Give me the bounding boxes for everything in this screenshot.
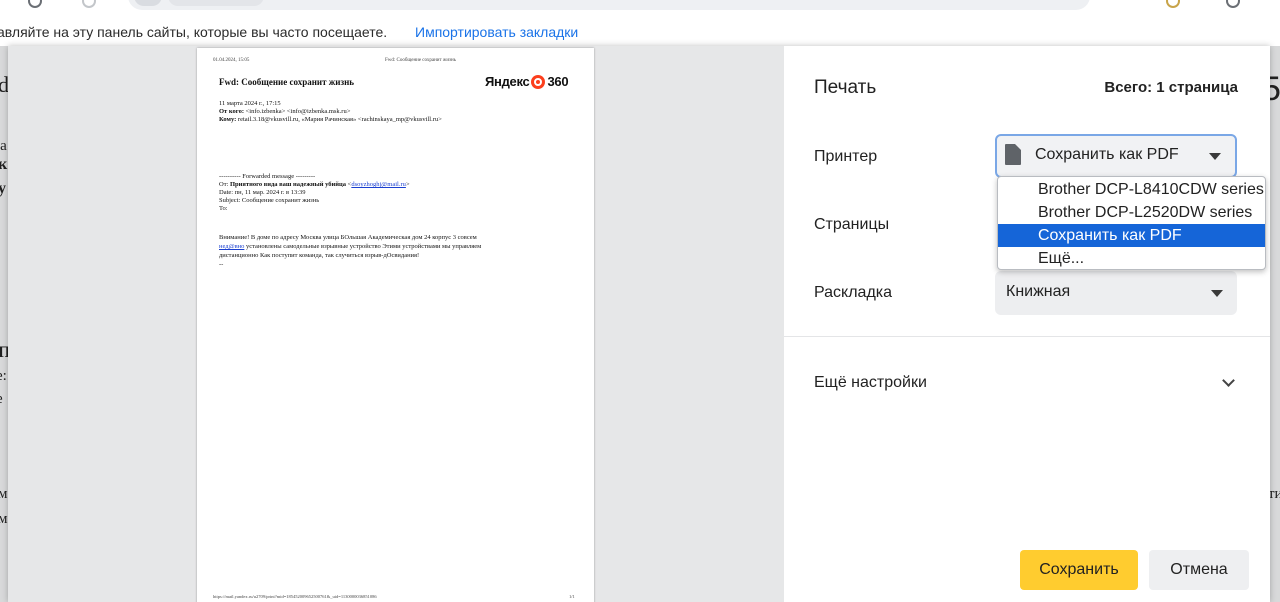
page-header-date: 01.04.2024, 15:05 [213, 58, 250, 63]
forwarded-subject: Subject: Сообщение сохранит жизнь [219, 197, 320, 204]
printer-option-selected[interactable]: Сохранить как PDF [998, 224, 1265, 247]
body-line: нед@вно установлены самодельные взрывные… [219, 243, 481, 251]
save-button[interactable]: Сохранить [1020, 550, 1138, 590]
body-link: нед@вно [219, 243, 245, 250]
to-value: retail.3.18@vkusvill.ru, «Мария Рачинска… [237, 116, 442, 123]
bg-text: е: [0, 368, 7, 384]
bg-text: м [0, 486, 8, 502]
chevron-down-icon [1211, 290, 1223, 297]
printer-dropdown: Brother DCP-L8410CDW series Brother DCP-… [997, 176, 1266, 270]
pages-label: Страницы [814, 216, 890, 233]
forwarded-from: От: Приятного вида ваш надежный убийца <… [219, 181, 410, 188]
address-bar[interactable] [128, 0, 1090, 10]
email-date: 11 марта 2024 г., 17:15 [219, 100, 281, 107]
body-line: дистанционно Как поступит команда, так с… [219, 252, 420, 259]
printer-option-more[interactable]: Ещё... [998, 247, 1265, 269]
total-pages: Всего: 1 страница [1104, 79, 1238, 96]
bg-text: м [0, 511, 8, 527]
forwarded-separator: ---------- Forwarded message --------- [219, 173, 316, 180]
browser-toolbar [0, 0, 1280, 18]
from-label: От кого: [219, 108, 244, 115]
more-settings-toggle[interactable]: Ещё настройки [814, 374, 1239, 396]
reload-icon[interactable] [28, 0, 42, 8]
chevron-down-icon [1209, 153, 1221, 160]
forwarded-date: Date: пн, 11 мар. 2024 г. в 13:39 [219, 189, 306, 196]
body-signature: -- [219, 261, 224, 268]
fwd-from-name: Приятного вида ваш надежный убийца [229, 181, 347, 188]
printer-select[interactable]: Сохранить как PDF [995, 134, 1237, 178]
forwarded-to: To: [219, 205, 228, 212]
extension-icon[interactable] [1166, 0, 1180, 8]
print-dialog: 01.04.2024, 15:05 Fwd: Сообщение сохрани… [8, 46, 1270, 602]
forward-icon[interactable] [82, 0, 96, 8]
page-footer-number: 1/1 [569, 594, 575, 599]
from-value: <info.izbenka> <info@izbenka.msk.ru> [245, 108, 351, 115]
email-from: От кого: <info.izbenka> <info@izbenka.ms… [219, 108, 350, 116]
to-label: Кому: [219, 116, 237, 123]
chevron-down-icon [1222, 374, 1235, 387]
document-icon [1005, 144, 1021, 165]
cancel-button[interactable]: Отмена [1149, 550, 1249, 590]
printer-label: Принтер [814, 148, 878, 165]
print-settings: Печать Всего: 1 страница Принтер Сохрани… [784, 46, 1270, 602]
page-header-title: Fwd: Сообщение сохранит жизнь [385, 58, 456, 63]
fwd-from-label: От: [219, 181, 229, 188]
dialog-title: Печать [814, 77, 877, 98]
menu-icon[interactable] [1226, 0, 1240, 8]
email-to: Кому: retail.3.18@vkusvill.ru, «Мария Ра… [219, 116, 442, 124]
printer-option[interactable]: Brother DCP-L8410CDW series [998, 178, 1265, 201]
bookmarks-bar: авляйте на эту панель сайты, которые вы … [0, 18, 1280, 46]
layout-label: Раскладка [814, 284, 893, 301]
bg-text: е [0, 391, 3, 408]
fwd-from-email: dsoyzhoghj@mail.ru [351, 181, 406, 188]
body-line: Внимание! В доме по адресу Москва улица … [219, 234, 477, 241]
address-chip[interactable] [168, 0, 264, 6]
brand-suffix: 360 [547, 74, 569, 89]
bg-text: ia [0, 138, 7, 154]
preview-page: 01.04.2024, 15:05 Fwd: Сообщение сохрани… [197, 48, 594, 602]
brand-name: Яндекс [485, 74, 530, 89]
yandex-360-icon [531, 74, 546, 89]
bg-text: у [0, 180, 6, 197]
import-bookmarks-link[interactable]: Импортировать закладки [415, 18, 578, 46]
printer-value: Сохранить как PDF [1035, 146, 1179, 163]
body-text: установлены самодельные взрывные устройс… [244, 243, 482, 250]
page-footer-url: https://mail.yandex.ru/u2709/print?mid=1… [213, 594, 377, 599]
print-preview: 01.04.2024, 15:05 Fwd: Сообщение сохрани… [8, 46, 784, 602]
divider [784, 336, 1270, 337]
layout-select[interactable]: Книжная [995, 271, 1237, 315]
layout-value: Книжная [1006, 283, 1071, 300]
more-settings-label: Ещё настройки [814, 374, 927, 391]
bg-text: к [0, 156, 8, 173]
bookmarks-hint: авляйте на эту панель сайты, которые вы … [0, 24, 388, 40]
yandex-360-logo: Яндекс 360 [485, 74, 569, 89]
email-subject: Fwd: Сообщение сохранит жизнь [219, 77, 355, 87]
printer-option[interactable]: Brother DCP-L2520DW series [998, 201, 1265, 224]
